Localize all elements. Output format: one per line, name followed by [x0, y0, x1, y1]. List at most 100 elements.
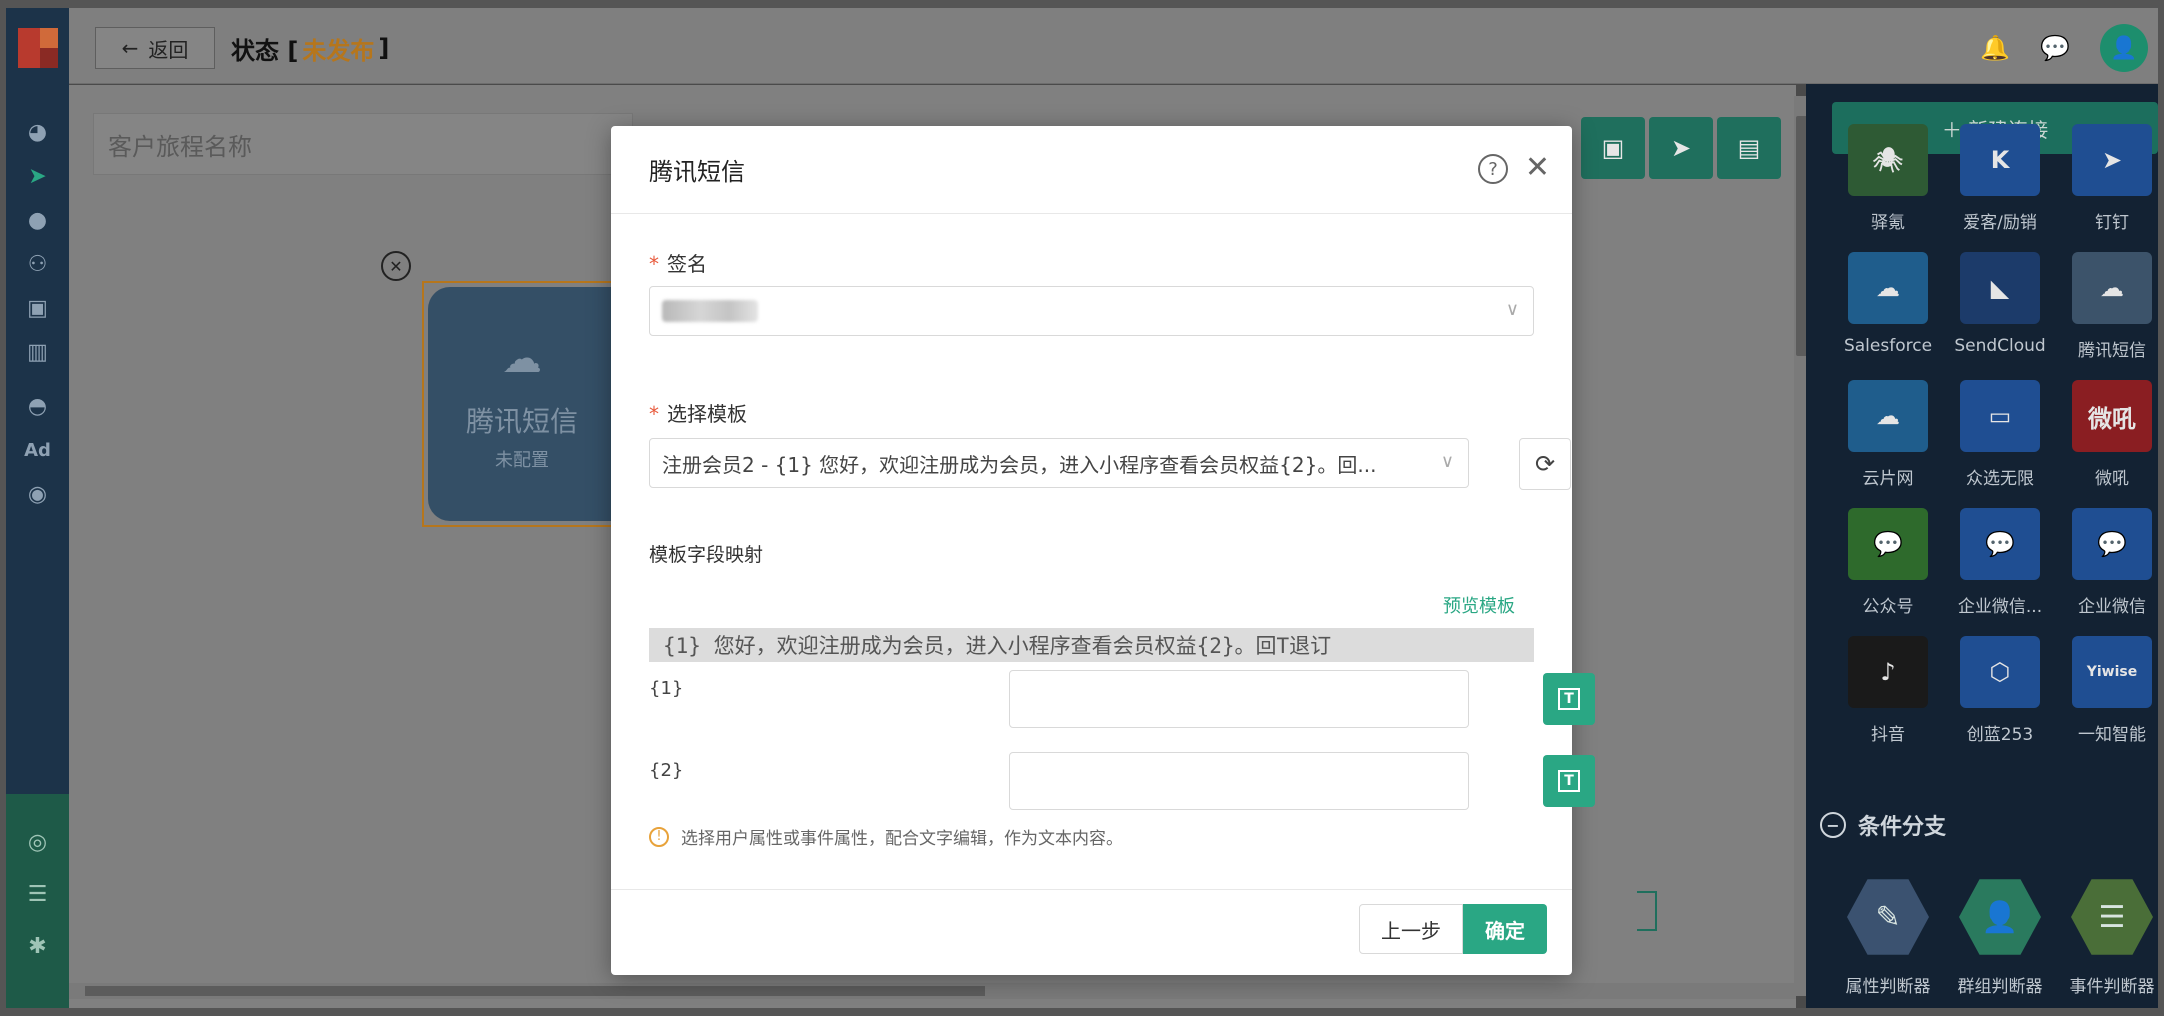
node-title: 腾讯短信: [465, 405, 578, 438]
collapse-icon: −: [1820, 812, 1846, 838]
circle-icon[interactable]: ◉: [6, 472, 69, 516]
dialog-title: 腾讯短信: [649, 158, 745, 186]
ad-icon[interactable]: Ad: [6, 428, 69, 472]
connector-tile[interactable]: ☁: [1848, 252, 1928, 324]
connector-label: 微吼: [2095, 469, 2129, 489]
branch-label: 属性判断器: [1845, 977, 1931, 997]
signature-value-redacted: [662, 300, 758, 322]
field-input-1[interactable]: [1009, 670, 1469, 728]
bookmark-icon[interactable]: ▣: [6, 286, 69, 330]
condition-branch-section[interactable]: − 条件分支: [1820, 809, 1946, 841]
signature-select[interactable]: ∨: [649, 286, 1534, 336]
node-card: ☁ 腾讯短信 未配置: [428, 287, 616, 521]
connector-label: 创蓝253: [1966, 725, 2034, 745]
journey-name-input[interactable]: 客户旅程名称: [93, 113, 633, 175]
chart-icon[interactable]: ▥: [6, 330, 69, 374]
template-select[interactable]: 注册会员2 - {1} 您好，欢迎注册成为会员，进入小程序查看会员权益{2}。回…: [649, 438, 1469, 488]
node-delete-button[interactable]: ✕: [381, 251, 411, 281]
connector-label: 云片网: [1862, 469, 1914, 489]
connector-tile[interactable]: Yiwise: [2072, 636, 2152, 708]
text-icon: T: [1558, 688, 1580, 710]
connector-tile[interactable]: 💬: [1848, 508, 1928, 580]
preview-template-link[interactable]: 预览模板: [1443, 592, 1515, 618]
branch-label: 群组判断器: [1957, 977, 2043, 997]
signature-label: * 签名: [649, 252, 707, 276]
dashboard-icon[interactable]: ◕: [6, 110, 69, 154]
avatar[interactable]: 👤: [2100, 24, 2148, 72]
connector-tile[interactable]: 微吼: [2072, 380, 2152, 452]
connector-tile[interactable]: 💬: [1960, 508, 2040, 580]
back-button[interactable]: ← 返回: [95, 27, 215, 69]
branch-tile[interactable]: ✎: [1847, 879, 1929, 955]
branch-tile[interactable]: 👤: [1959, 879, 2041, 955]
chat-icon[interactable]: 💬: [2040, 34, 2070, 62]
wechat-icon[interactable]: ◓: [6, 384, 69, 428]
connector-tile[interactable]: 🕷: [1848, 124, 1928, 196]
bell-icon[interactable]: 🔔: [1980, 34, 2010, 62]
connector-label: 驿氪: [1871, 213, 1905, 233]
connector-label: 公众号: [1862, 597, 1914, 617]
publish-button[interactable]: ➤: [1649, 117, 1713, 179]
top-actions: 🔔 💬 👤: [1980, 24, 2148, 72]
connector-label: 钉钉: [2095, 213, 2129, 233]
journey-node[interactable]: ☁ 腾讯短信 未配置: [422, 281, 622, 527]
connector-label: 众选无限: [1966, 469, 2034, 489]
branch-tile[interactable]: ☰: [2071, 879, 2153, 955]
send-icon: ➤: [1670, 134, 1692, 162]
template-text: {1} 您好，欢迎注册成为会员，进入小程序查看会员权益{2}。回T退订: [649, 628, 1534, 662]
connector-tile[interactable]: K: [1960, 124, 2040, 196]
template-label: * 选择模板: [649, 402, 747, 426]
text-insert-button-1[interactable]: T: [1543, 673, 1595, 725]
connector-tile[interactable]: ☁: [2072, 252, 2152, 324]
connector-label: 企业微信: [2078, 597, 2146, 617]
status-prefix: 状态 [: [231, 36, 299, 65]
connector-label: 爱客/励销: [1963, 213, 2037, 233]
send-icon[interactable]: ➤: [6, 154, 69, 198]
list-icon[interactable]: ☰: [6, 872, 69, 916]
connector-tile[interactable]: ☁: [1848, 380, 1928, 452]
tencent-sms-dialog: 腾讯短信 ? ✕ * 签名 ∨ * 选择模板 注册会员2 - {1} 您好，欢迎注册…: [611, 126, 1595, 975]
connector-label: Salesforce: [1843, 336, 1933, 356]
close-icon[interactable]: ✕: [1525, 150, 1550, 185]
previous-step-button[interactable]: 上一步: [1359, 904, 1463, 954]
save-icon: ▣: [1601, 134, 1625, 162]
help-icon[interactable]: ?: [1478, 154, 1508, 184]
canvas-horizontal-scrollbar[interactable]: [69, 983, 1796, 999]
connector-label: 一知智能: [2078, 725, 2146, 745]
template-value: 注册会员2 - {1} 您好，欢迎注册成为会员，进入小程序查看会员权益{2}。回…: [662, 452, 1377, 477]
section-title: 条件分支: [1858, 815, 1947, 840]
left-rail: ◕ ➤ ● ⚇ ▣ ▥ ◓ Ad ◉ ◎ ☰ ✱: [6, 8, 69, 1008]
target-icon[interactable]: ◎: [6, 820, 69, 864]
connector-label: SendCloud: [1954, 336, 2046, 356]
field-input-2[interactable]: [1009, 752, 1469, 810]
connector-tile[interactable]: ♪: [1848, 636, 1928, 708]
connector-tile[interactable]: ◣: [1960, 252, 2040, 324]
chevron-down-icon: ∨: [1440, 451, 1454, 472]
save-button[interactable]: ▣: [1581, 117, 1645, 179]
app-logo[interactable]: [16, 26, 60, 70]
gear-icon[interactable]: ✱: [6, 924, 69, 968]
user-icon[interactable]: ●: [6, 198, 69, 242]
text-insert-button-2[interactable]: T: [1543, 755, 1595, 807]
status-title: 状态 [ 未发布 ]: [231, 27, 389, 69]
refresh-icon: ⟳: [1534, 450, 1556, 478]
users-icon[interactable]: ⚇: [6, 242, 69, 286]
connector-tile[interactable]: 💬: [2072, 508, 2152, 580]
layout-icon: ▤: [1737, 134, 1761, 162]
connector-tile[interactable]: ➤: [2072, 124, 2152, 196]
node-subtitle: 未配置: [495, 450, 549, 471]
text-icon: T: [1558, 770, 1580, 792]
hint-text: ! 选择用户属性或事件属性，配合文字编辑，作为文本内容。: [649, 824, 1123, 849]
refresh-button[interactable]: ⟳: [1519, 438, 1571, 490]
confirm-button[interactable]: 确定: [1463, 904, 1547, 954]
mapping-label: 模板字段映射: [649, 544, 764, 566]
layout-button[interactable]: ▤: [1717, 117, 1781, 179]
info-icon: !: [649, 826, 669, 847]
back-arrow-icon: ←: [121, 36, 139, 60]
dialog-header: 腾讯短信 ? ✕: [611, 126, 1572, 214]
connector-label: 腾讯短信: [2078, 341, 2146, 361]
connector-palette: ＋ 新建连接 🕷驿氪K爱客/励销➤钉钉☁Salesforce◣SendCloud…: [1806, 84, 2158, 1008]
connector-tile[interactable]: ▭: [1960, 380, 2040, 452]
connector-label: 企业微信...: [1957, 597, 2043, 617]
connector-tile[interactable]: ⬡: [1960, 636, 2040, 708]
